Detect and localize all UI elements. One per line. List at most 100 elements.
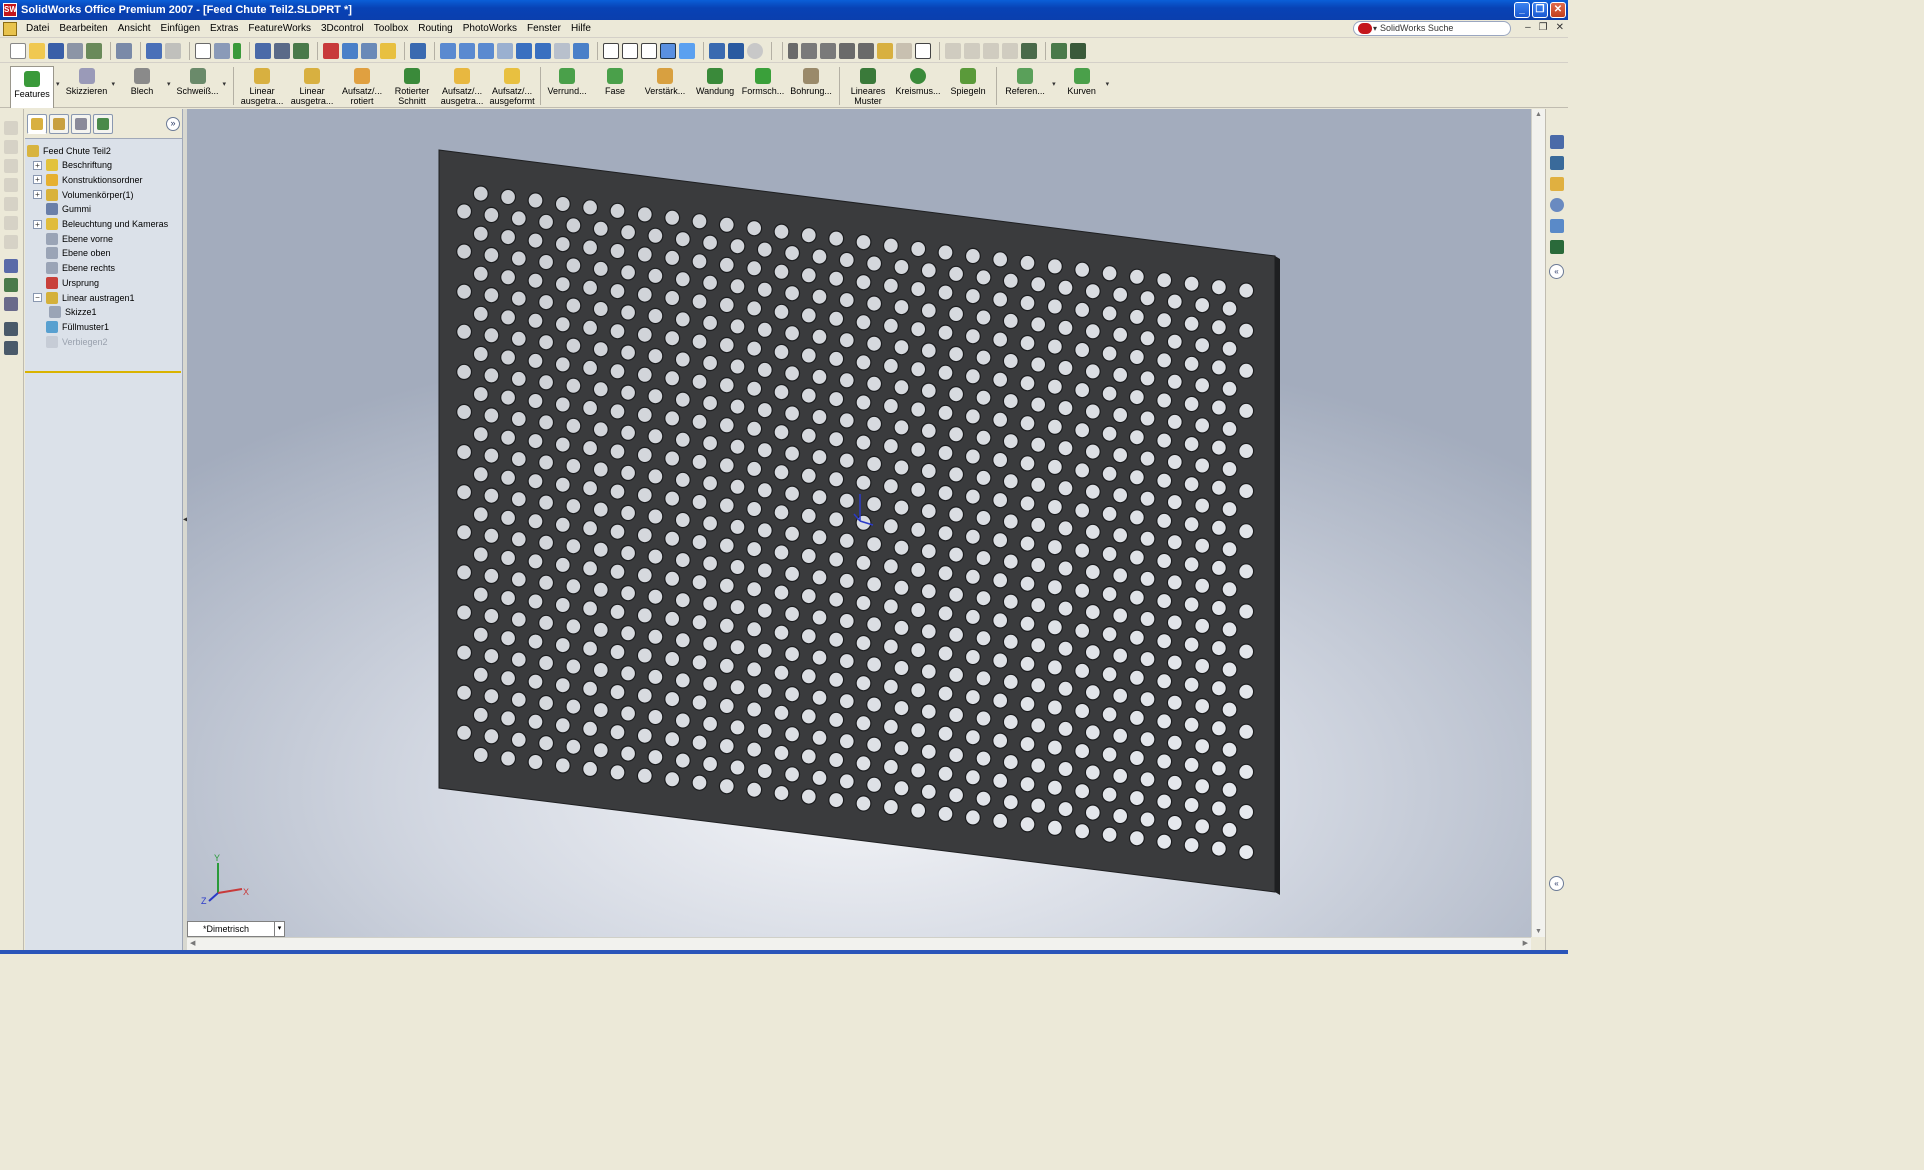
point-icon[interactable] — [788, 42, 798, 59]
feature-tree-item[interactable]: Ebene oben — [33, 246, 111, 261]
curves-dropdown-arrow[interactable]: ▾ — [1106, 80, 1110, 88]
tool-linear-pattern[interactable]: Lineares Muster — [843, 64, 893, 106]
tool-circular-pattern[interactable]: Kreismus... — [893, 64, 943, 96]
tool-fillet[interactable]: Verrund... — [544, 64, 590, 96]
help-icon[interactable] — [380, 42, 396, 59]
print-preview-icon[interactable] — [86, 42, 102, 59]
wireframe-icon[interactable] — [603, 42, 619, 59]
feature-tree-item[interactable]: Verbiegen2 — [33, 334, 108, 349]
select-arrow-icon[interactable] — [195, 42, 211, 59]
measure-icon[interactable] — [410, 42, 426, 59]
search-icon[interactable] — [1550, 198, 1564, 212]
scroll-down-arrow[interactable]: ▼ — [1535, 928, 1542, 935]
macro-icon[interactable] — [293, 42, 309, 59]
feature-tree-item[interactable]: Ebene rechts — [33, 261, 115, 276]
tab-property-manager[interactable] — [49, 113, 69, 134]
arrow-icon[interactable] — [839, 42, 855, 59]
shaded-with-edges-icon[interactable] — [660, 42, 676, 59]
traffic-light-icon[interactable] — [233, 42, 241, 59]
tab-configuration-manager[interactable] — [71, 113, 91, 134]
close-button[interactable]: ✕ — [1550, 2, 1566, 18]
menu-photoworks[interactable]: PhotoWorks — [458, 20, 522, 38]
weldments-dropdown-arrow[interactable]: ▾ — [223, 80, 227, 88]
menu-routing[interactable]: Routing — [413, 20, 457, 38]
tool-extruded-cut[interactable]: Linear ausgetra... — [287, 64, 337, 106]
smart-dimension-icon[interactable] — [4, 278, 18, 292]
menu-bearbeiten[interactable]: Bearbeiten — [54, 20, 112, 38]
document-icon[interactable] — [3, 21, 17, 36]
addin-1-icon[interactable] — [1051, 42, 1067, 59]
hidden-lines-visible-icon[interactable] — [622, 42, 638, 59]
doc-close-button[interactable]: ✕ — [1556, 22, 1564, 33]
assembly-tool-5-icon[interactable] — [1021, 42, 1037, 59]
line-icon[interactable] — [820, 42, 836, 59]
tab-display-manager[interactable] — [93, 113, 113, 134]
realview-icon[interactable] — [747, 42, 763, 59]
feature-tree-item[interactable]: + Konstruktionsordner — [33, 172, 143, 187]
menu-hilfe[interactable]: Hilfe — [566, 20, 596, 38]
tab-weldments[interactable]: Schweiß... — [175, 64, 221, 96]
tool-rib[interactable]: Verstärk... — [640, 64, 690, 96]
sketch-tool-2-icon[interactable] — [4, 140, 18, 154]
tool-draft[interactable]: Formsch... — [740, 64, 786, 96]
assembly-tool-4-icon[interactable] — [1002, 42, 1018, 59]
sketch-tool-6-icon[interactable] — [4, 216, 18, 230]
appearance-icon[interactable] — [323, 42, 339, 59]
layer-2-icon[interactable] — [4, 341, 18, 355]
file-explorer-icon[interactable] — [1550, 177, 1564, 191]
search-input[interactable]: ▾ SolidWorks Suche — [1353, 21, 1511, 36]
layer-1-icon[interactable] — [4, 322, 18, 336]
feature-tree-item[interactable]: + Beschriftung — [33, 158, 112, 173]
feature-tree-item[interactable]: − Linear austragen1 — [33, 290, 135, 305]
tab-feature-tree[interactable] — [27, 113, 47, 134]
menu-featureworks[interactable]: FeatureWorks — [243, 20, 316, 38]
tree-toggle-icon[interactable]: + — [33, 175, 42, 185]
tool-revolved-boss[interactable]: Aufsatz/... rotiert — [337, 64, 387, 106]
minimize-button[interactable]: _ — [1514, 2, 1530, 18]
tree-toggle-icon[interactable]: − — [33, 293, 42, 302]
scroll-left-arrow[interactable]: ◀ — [190, 939, 195, 947]
zoom-in-out-icon[interactable] — [478, 42, 494, 59]
tab-sheetmetal[interactable]: Blech — [119, 64, 165, 96]
options-icon[interactable] — [274, 42, 290, 59]
pan-icon[interactable] — [535, 42, 551, 59]
collapse-task-pane-icon[interactable]: « — [1549, 264, 1564, 279]
rollback-bar[interactable] — [25, 371, 181, 373]
expand-panel-icon[interactable]: » — [166, 117, 180, 131]
arc-icon[interactable] — [801, 42, 817, 59]
grid-icon[interactable] — [255, 42, 271, 59]
tree-toggle-icon[interactable]: + — [33, 190, 42, 200]
feature-tree-item[interactable]: + Volumenkörper(1) — [33, 187, 134, 202]
undo-icon[interactable] — [146, 42, 162, 59]
tool-swept-boss[interactable]: Aufsatz/... ausgetra... — [437, 64, 487, 106]
home-icon[interactable] — [1550, 135, 1564, 149]
graphics-viewport[interactable]: Y X Z — [187, 109, 1531, 937]
new-document-icon[interactable] — [10, 42, 26, 59]
menu-extras[interactable]: Extras — [205, 20, 243, 38]
expand-task-pane-icon[interactable]: « — [1549, 876, 1564, 891]
sketch-dropdown-arrow[interactable]: ▾ — [112, 80, 116, 88]
assembly-tool-1-icon[interactable] — [945, 42, 961, 59]
tool-chamfer[interactable]: Fase — [590, 64, 640, 96]
menu-toolbox[interactable]: Toolbox — [369, 20, 413, 38]
appearances-icon[interactable] — [1550, 240, 1564, 254]
feature-tree-item[interactable]: Ursprung — [33, 275, 99, 290]
feature-tree-item[interactable]: + Beleuchtung und Kameras — [33, 217, 168, 232]
tree-toggle-icon[interactable]: + — [33, 219, 42, 229]
zoom-selection-icon[interactable] — [497, 42, 513, 59]
addin-2-icon[interactable] — [1070, 42, 1086, 59]
maximize-button[interactable]: ❐ — [1532, 2, 1548, 18]
shaded-icon[interactable] — [679, 42, 695, 59]
assembly-tool-3-icon[interactable] — [983, 42, 999, 59]
tool-lofted-boss[interactable]: Aufsatz/... ausgeformt — [487, 64, 537, 106]
tool-shell[interactable]: Wandung — [690, 64, 740, 96]
tool-revolved-cut[interactable]: Rotierter Schnitt — [387, 64, 437, 106]
tool-reference-geometry[interactable]: Referen... — [1000, 64, 1050, 96]
features-dropdown-arrow[interactable]: ▾ — [56, 80, 60, 88]
whats-this-icon[interactable] — [915, 42, 931, 59]
dimension-icon[interactable] — [858, 42, 874, 59]
view-orientation-dropdown[interactable]: *Dimetrisch ▾ — [187, 921, 285, 937]
vertical-scrollbar[interactable]: ▲ ▼ — [1531, 109, 1545, 937]
doc-minimize-button[interactable]: – — [1525, 22, 1531, 33]
scroll-up-arrow[interactable]: ▲ — [1535, 111, 1542, 118]
